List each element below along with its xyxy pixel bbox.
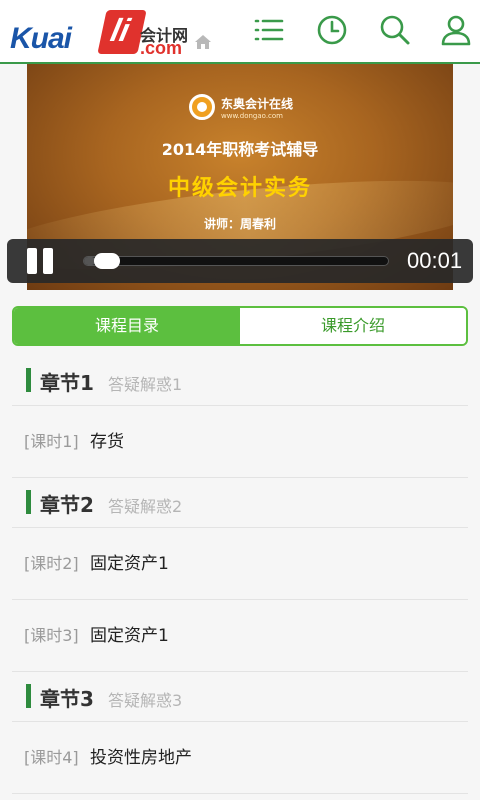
lesson-name: 固定资产1: [90, 554, 169, 574]
video-subject: 中级会计实务: [167, 176, 312, 201]
playback-time: 00:01: [407, 248, 463, 273]
lesson-index: [课时4]: [24, 748, 79, 767]
chapter-title: 章节3: [40, 687, 94, 711]
video-teacher: 讲师：周春利: [203, 217, 276, 231]
chapter-title: 章节1: [40, 371, 94, 395]
lesson-name: 固定资产1: [90, 626, 169, 646]
player-controls: 00:01: [7, 239, 473, 283]
home-icon[interactable]: [194, 34, 212, 50]
lesson-item[interactable]: [课时3] 固定资产1: [12, 600, 468, 672]
pause-button[interactable]: [27, 248, 55, 274]
video-brand-name: 东奥会计在线: [221, 96, 294, 111]
tab-course-catalog[interactable]: 课程目录: [14, 308, 240, 344]
lesson-name: 存货: [90, 432, 124, 452]
progress-bar[interactable]: [83, 253, 389, 269]
video-brand-text: 东奥会计在线 www.dongao.com: [221, 95, 293, 120]
chapter-header[interactable]: 章节1 答疑解惑1: [12, 356, 468, 406]
lesson-index: [课时1]: [24, 432, 79, 451]
kuaiji-logo[interactable]: Kuai li 会计网 .com: [10, 8, 215, 58]
dongao-logo-icon: [189, 94, 215, 120]
lesson-item[interactable]: [课时2] 固定资产1: [12, 528, 468, 600]
menu-icon[interactable]: [253, 14, 285, 46]
chapter-header[interactable]: 章节2 答疑解惑2: [12, 478, 468, 528]
app-header: Kuai li 会计网 .com: [0, 0, 480, 64]
logo-com-text: .com: [140, 38, 183, 58]
chapter-marker: [26, 490, 31, 514]
search-icon[interactable]: [379, 14, 411, 46]
chapter-list: 章节1 答疑解惑1 [课时1] 存货 章节2 答疑解惑2 [课时2] 固定资产1…: [12, 356, 468, 794]
chapter-header[interactable]: 章节3 答疑解惑3: [12, 672, 468, 722]
video-brand: 东奥会计在线 www.dongao.com: [189, 94, 293, 120]
lesson-item[interactable]: [课时4] 投资性房地产: [12, 722, 468, 794]
chapter-title: 章节2: [40, 493, 94, 517]
lesson-name: 投资性房地产: [90, 748, 192, 768]
video-brand-url: www.dongao.com: [221, 111, 283, 120]
logo-li-text: li: [107, 12, 134, 48]
progress-knob[interactable]: [94, 253, 121, 269]
chapter-marker: [26, 368, 31, 392]
video-title: 2014年职称考试辅导: [161, 140, 319, 159]
chapter-marker: [26, 684, 31, 708]
lesson-index: [课时3]: [24, 626, 79, 645]
lesson-index: [课时2]: [24, 554, 79, 573]
lesson-item[interactable]: [课时1] 存货: [12, 406, 468, 478]
clock-icon[interactable]: [316, 14, 348, 46]
user-icon[interactable]: [440, 14, 472, 46]
chapter-desc: 答疑解惑2: [108, 497, 183, 516]
tab-course-intro[interactable]: 课程介绍: [240, 308, 466, 344]
chapter-desc: 答疑解惑1: [108, 375, 183, 394]
course-tabs: 课程目录 课程介绍: [12, 306, 468, 346]
chapter-desc: 答疑解惑3: [108, 691, 183, 710]
logo-brand-text: Kuai: [10, 22, 72, 55]
